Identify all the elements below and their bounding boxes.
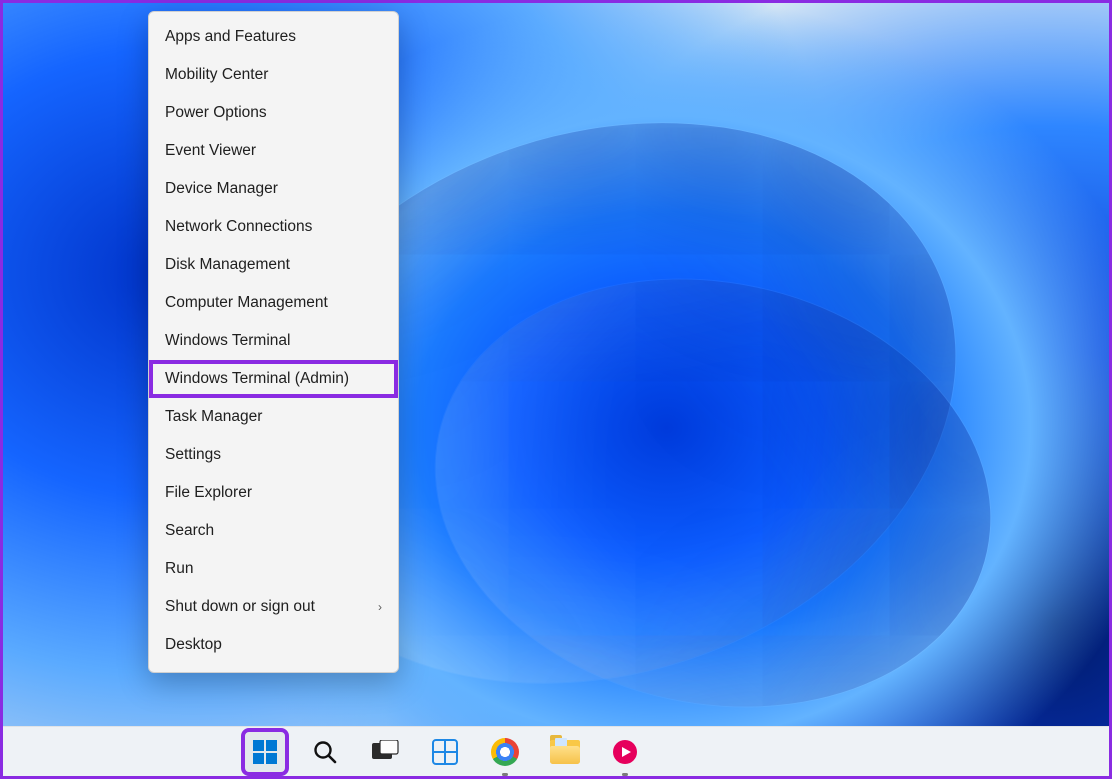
menu-item-run[interactable]: Run <box>149 550 398 588</box>
menu-item-label: Mobility Center <box>165 66 268 84</box>
menu-item-label: Apps and Features <box>165 28 296 46</box>
search-icon <box>312 739 338 765</box>
menu-item-label: Settings <box>165 446 221 464</box>
menu-item-network-connections[interactable]: Network Connections <box>149 208 398 246</box>
app-circle-icon <box>612 739 638 765</box>
menu-item-computer-management[interactable]: Computer Management <box>149 284 398 322</box>
folder-icon <box>550 740 580 764</box>
menu-item-label: Shut down or sign out <box>165 598 315 616</box>
menu-item-label: Search <box>165 522 214 540</box>
menu-item-settings[interactable]: Settings <box>149 436 398 474</box>
menu-item-windows-terminal-admin[interactable]: Windows Terminal (Admin) <box>149 360 398 398</box>
pinned-app-button[interactable] <box>605 732 645 772</box>
task-view-icon <box>371 740 399 764</box>
menu-item-device-manager[interactable]: Device Manager <box>149 170 398 208</box>
menu-item-task-manager[interactable]: Task Manager <box>149 398 398 436</box>
menu-item-windows-terminal[interactable]: Windows Terminal <box>149 322 398 360</box>
menu-item-label: Windows Terminal (Admin) <box>165 370 349 388</box>
menu-item-mobility-center[interactable]: Mobility Center <box>149 56 398 94</box>
menu-item-label: Power Options <box>165 104 267 122</box>
menu-item-label: Windows Terminal <box>165 332 290 350</box>
start-button[interactable] <box>245 732 285 772</box>
winx-context-menu: Apps and Features Mobility Center Power Op… <box>148 11 399 673</box>
menu-item-file-explorer[interactable]: File Explorer <box>149 474 398 512</box>
menu-item-apps-and-features[interactable]: Apps and Features <box>149 18 398 56</box>
menu-item-label: Task Manager <box>165 408 262 426</box>
menu-item-shut-down-or-sign-out[interactable]: Shut down or sign out › <box>149 588 398 626</box>
widgets-icon <box>432 739 458 765</box>
menu-item-label: Event Viewer <box>165 142 256 160</box>
menu-item-label: Run <box>165 560 193 578</box>
menu-item-desktop[interactable]: Desktop <box>149 626 398 664</box>
windows-logo-icon <box>252 739 278 765</box>
menu-item-power-options[interactable]: Power Options <box>149 94 398 132</box>
widgets-button[interactable] <box>425 732 465 772</box>
menu-item-label: Device Manager <box>165 180 278 198</box>
menu-item-disk-management[interactable]: Disk Management <box>149 246 398 284</box>
chrome-button[interactable] <box>485 732 525 772</box>
task-view-button[interactable] <box>365 732 405 772</box>
menu-item-event-viewer[interactable]: Event Viewer <box>149 132 398 170</box>
chevron-right-icon: › <box>378 601 382 613</box>
menu-item-label: Disk Management <box>165 256 290 274</box>
menu-item-label: Network Connections <box>165 218 312 236</box>
search-button[interactable] <box>305 732 345 772</box>
chrome-icon <box>491 738 519 766</box>
menu-item-label: File Explorer <box>165 484 252 502</box>
file-explorer-button[interactable] <box>545 732 585 772</box>
menu-item-label: Computer Management <box>165 294 328 312</box>
menu-item-label: Desktop <box>165 636 222 654</box>
taskbar <box>3 726 1109 776</box>
menu-item-search[interactable]: Search <box>149 512 398 550</box>
